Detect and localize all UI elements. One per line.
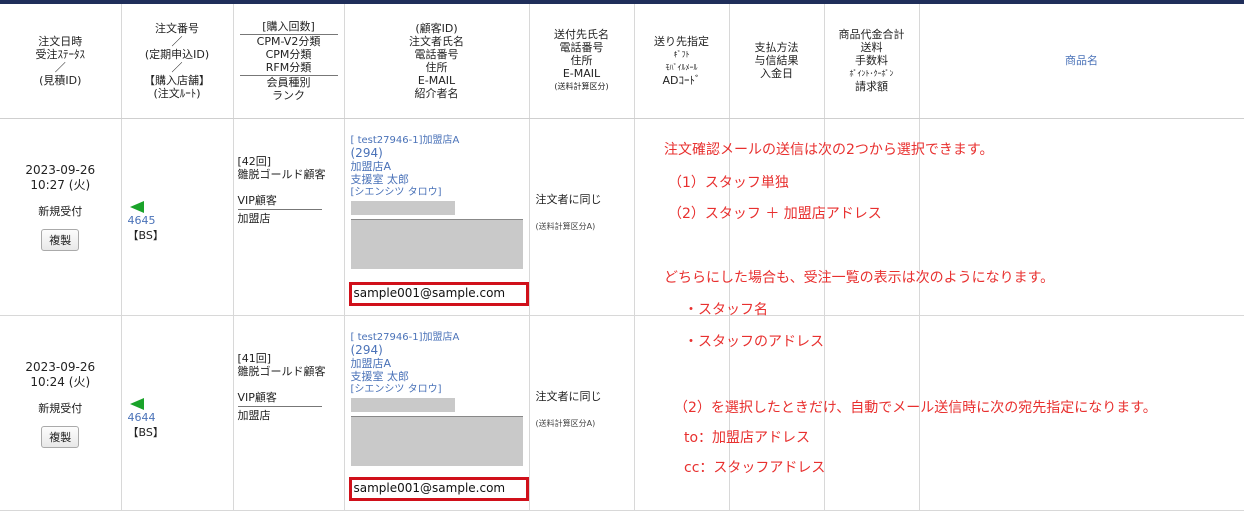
rank-separator <box>237 405 322 407</box>
header-payment[interactable]: 支払方法 与信結果 入金日 <box>729 4 825 119</box>
customer-cell: [ test27946-1]加盟店A (294) 加盟店A 支援室 太郎 [シエ… <box>344 315 530 511</box>
header-ship-to[interactable]: 送付先氏名 電話番号 住所 E-MAIL (送料計算区分) <box>529 4 635 119</box>
ship-note: (送料計算区分A) <box>535 418 596 428</box>
ship-note: (送料計算区分A) <box>535 221 596 231</box>
copy-button[interactable]: 複製 <box>41 228 80 251</box>
order-time: 10:27 (火) <box>30 177 91 192</box>
order-number-cell: 4644 【BS】 <box>121 315 234 511</box>
redacted-block <box>350 397 455 412</box>
rank-class: 雛脱ゴールド顧客 <box>237 167 326 181</box>
order-number-link[interactable]: 4644 <box>128 411 233 424</box>
customer-name: 支援室 太郎 <box>350 172 410 186</box>
customer-phone: (294) <box>350 342 383 357</box>
ship-to: 注文者に同じ <box>535 389 602 403</box>
order-date: 2023-09-26 <box>25 359 96 374</box>
customer-kana: [シエンシツ タロウ] <box>350 383 442 395</box>
order-number-link[interactable]: 4645 <box>128 214 233 227</box>
customer-cell: [ test27946-1]加盟店A (294) 加盟店A 支援室 太郎 [シエ… <box>344 118 530 316</box>
annotation-line: to：加盟店アドレス <box>684 430 811 446</box>
redacted-block <box>350 415 523 466</box>
header-delivery[interactable]: 送り先指定 ｷﾞﾌﾄ ﾓﾊﾞｲﾙﾒｰﾙ ADｺｰﾄﾞ <box>634 4 730 119</box>
header-purchase-rank[interactable]: [購入回数] CPM-V2分類 CPM分類 RFM分類 会員種別 ランク <box>233 4 345 119</box>
order-route: 【BS】 <box>127 228 164 242</box>
purchase-count: [41回] <box>237 351 272 365</box>
flag-icon <box>129 200 144 213</box>
redacted-block <box>350 218 523 269</box>
order-status: 新規受付 <box>38 204 83 218</box>
order-time: 10:24 (火) <box>30 374 91 389</box>
annotation-line: 注文確認メールの送信は次の2つから選択できます。 <box>664 142 994 158</box>
customer-id-link[interactable]: [ test27946-1]加盟店A <box>351 134 523 147</box>
header-product-name[interactable]: 商品名 <box>919 4 1244 119</box>
order-route: 【BS】 <box>127 425 164 439</box>
customer-email: sample001@sample.com <box>348 281 529 306</box>
purchase-rank-cell: [42回] 雛脱ゴールド顧客 VIP顧客 加盟店 <box>233 118 345 316</box>
annotation-line: （1）スタッフ単独 <box>668 175 789 191</box>
purchase-count: [42回] <box>237 154 272 168</box>
ship-to-cell: 注文者に同じ (送料計算区分A) <box>529 315 635 511</box>
customer-kana: [シエンシツ タロウ] <box>350 186 442 198</box>
header-row: 注文日時 受注ｽﾃｰﾀｽ ／ (見積ID) 注文番号 ／ (定期申込ID) ／ … <box>0 4 1244 119</box>
order-date: 2023-09-26 <box>25 162 96 177</box>
redacted-block <box>350 200 455 215</box>
header-customer[interactable]: (顧客ID) 注文者氏名 電話番号 住所 E-MAIL 紹介者名 <box>344 4 530 119</box>
copy-button[interactable]: 複製 <box>41 425 80 448</box>
member-type: VIP顧客 <box>237 193 277 207</box>
member-type: VIP顧客 <box>237 390 277 404</box>
member-rank: 加盟店 <box>237 408 271 422</box>
customer-name: 支援室 太郎 <box>350 369 410 383</box>
purchase-rank-cell: [41回] 雛脱ゴールド顧客 VIP顧客 加盟店 <box>233 315 345 511</box>
member-rank: 加盟店 <box>237 211 271 225</box>
annotation-line: ・スタッフ名 <box>684 302 768 318</box>
order-date-cell: 2023-09-26 10:27 (火) 新規受付 複製 <box>0 118 122 316</box>
annotation-line: cc：スタッフアドレス <box>684 460 826 476</box>
order-date-cell: 2023-09-26 10:24 (火) 新規受付 複製 <box>0 315 122 511</box>
order-number-cell: 4645 【BS】 <box>121 118 234 316</box>
annotation-line: どちらにした場合も、受注一覧の表示は次のようになります。 <box>664 270 1055 286</box>
flag-icon <box>129 397 144 410</box>
customer-email: sample001@sample.com <box>348 476 529 501</box>
customer-id-link[interactable]: [ test27946-1]加盟店A <box>351 331 523 344</box>
ship-to-cell: 注文者に同じ (送料計算区分A) <box>529 118 635 316</box>
annotation-line: （2）スタッフ ＋ 加盟店アドレス <box>668 206 882 222</box>
table-row: 2023-09-26 10:27 (火) 新規受付 複製 4645 【BS】 [… <box>0 118 1244 316</box>
order-list-table: 注文日時 受注ｽﾃｰﾀｽ ／ (見積ID) 注文番号 ／ (定期申込ID) ／ … <box>0 4 1244 511</box>
header-order-number[interactable]: 注文番号 ／ (定期申込ID) ／ 【購入店舗】 (注文ﾙｰﾄ) <box>121 4 234 119</box>
customer-store: 加盟店A <box>350 356 392 370</box>
annotation-line: ・スタッフのアドレス <box>684 334 824 350</box>
customer-store: 加盟店A <box>350 159 392 173</box>
rank-class: 雛脱ゴールド顧客 <box>237 364 326 378</box>
header-amount[interactable]: 商品代金合計 送料 手数料 ﾎﾟｲﾝﾄ･ｸｰﾎﾟﾝ 請求額 <box>824 4 920 119</box>
order-status: 新規受付 <box>38 401 83 415</box>
header-order-date[interactable]: 注文日時 受注ｽﾃｰﾀｽ ／ (見積ID) <box>0 4 122 119</box>
annotation-line: （2）を選択したときだけ、自動でメール送信時に次の宛先指定になります。 <box>674 400 1157 416</box>
customer-phone: (294) <box>350 145 383 160</box>
rank-separator <box>237 208 322 210</box>
ship-to: 注文者に同じ <box>535 192 602 206</box>
